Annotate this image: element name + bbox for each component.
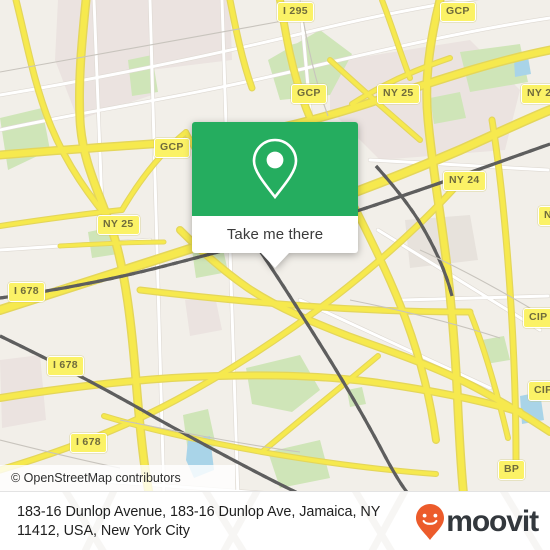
road-shield[interactable]: NY 24 bbox=[443, 171, 486, 191]
road-shield[interactable]: CIP bbox=[528, 381, 550, 401]
moovit-wordmark: moovit bbox=[446, 505, 539, 538]
road-shield[interactable]: I 678 bbox=[70, 433, 107, 453]
openstreetmap-attribution: © OpenStreetMap contributors bbox=[11, 471, 181, 485]
moovit-location-screen: .rd { fill:none; stroke:#f6e94e; stroke-… bbox=[0, 0, 550, 550]
road-shield[interactable]: CIP bbox=[523, 308, 550, 328]
road-shield[interactable]: I 678 bbox=[8, 282, 45, 302]
moovit-pin-icon bbox=[416, 504, 445, 540]
road-shield[interactable]: NY 25 bbox=[97, 215, 140, 235]
callout-icon-panel bbox=[192, 122, 358, 216]
map-canvas[interactable]: .rd { fill:none; stroke:#f6e94e; stroke-… bbox=[0, 0, 550, 498]
road-shield[interactable]: GCP bbox=[440, 2, 476, 22]
take-me-there-label: Take me there bbox=[226, 226, 324, 243]
map-attribution-bar[interactable]: © OpenStreetMap contributors bbox=[0, 465, 235, 491]
road-shield[interactable]: GCP bbox=[291, 84, 327, 104]
road-shield[interactable]: GCP bbox=[154, 138, 190, 158]
road-shield[interactable]: NY 25 bbox=[377, 84, 420, 104]
callout-pointer-tail bbox=[261, 253, 289, 268]
road-shield[interactable]: NY bbox=[538, 206, 550, 226]
address-footer-bar: 183-16 Dunlop Avenue, 183-16 Dunlop Ave,… bbox=[0, 491, 550, 550]
road-shield[interactable]: NY 2 bbox=[521, 84, 550, 104]
location-callout-card[interactable]: Take me there bbox=[192, 122, 358, 268]
road-shield[interactable]: I 295 bbox=[277, 2, 314, 22]
road-shield[interactable]: BP bbox=[498, 460, 526, 480]
map-pin-icon bbox=[252, 138, 298, 200]
moovit-logo[interactable]: moovit bbox=[415, 504, 539, 540]
road-shield[interactable]: I 678 bbox=[47, 356, 84, 376]
location-address-text: 183-16 Dunlop Avenue, 183-16 Dunlop Ave,… bbox=[17, 504, 381, 539]
callout-action-bar[interactable]: Take me there bbox=[192, 216, 358, 268]
